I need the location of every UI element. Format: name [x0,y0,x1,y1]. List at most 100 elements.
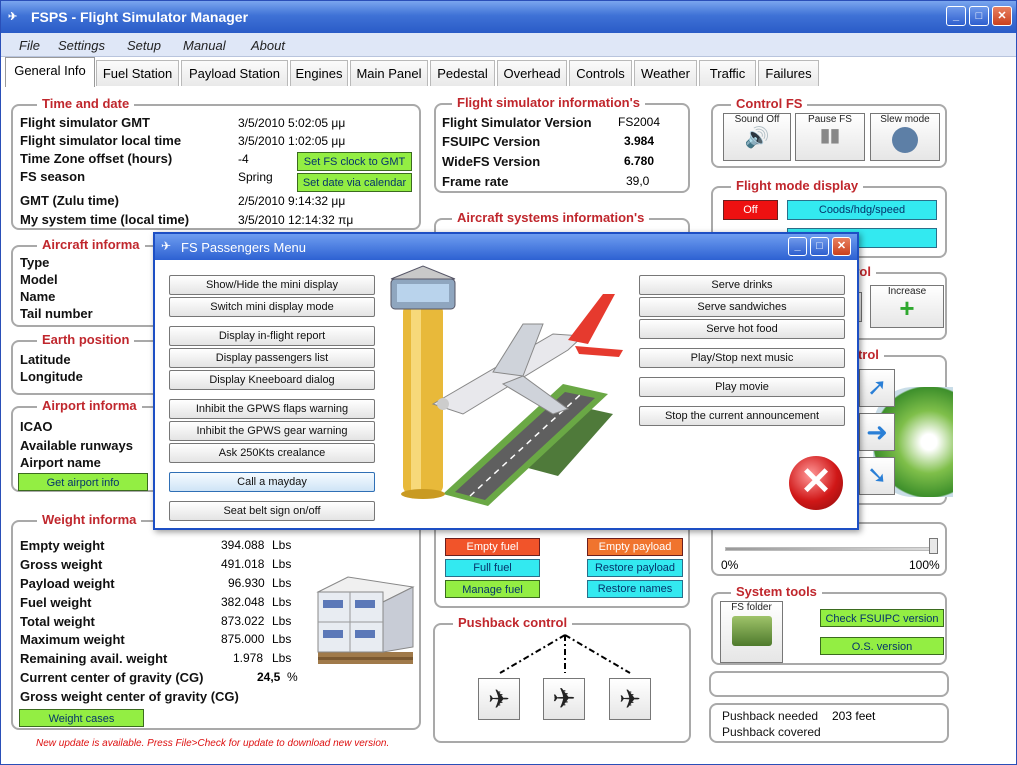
check-fsuipc-button[interactable]: Check FSUIPC version [820,609,944,627]
row-label: Gross weight [20,557,103,572]
row-label: FSUIPC Version [442,134,541,149]
tab-pedestal[interactable]: Pedestal [430,60,495,86]
full-fuel-button[interactable]: Full fuel [445,559,540,577]
dialog-title: FS Passengers Menu [181,240,307,255]
tab-main-panel[interactable]: Main Panel [350,60,428,86]
coords-hdg-speed-button[interactable]: Coods/hdg/speed [787,200,937,220]
empty-fuel-button[interactable]: Empty fuel [445,538,540,556]
slew-mode-label: Slew mode [880,114,930,125]
tab-failures[interactable]: Failures [758,60,819,86]
inhibit-gpws-gear-button[interactable]: Inhibit the GPWS gear warning [169,421,375,441]
stop-announcement-button[interactable]: Stop the current announcement [639,406,845,426]
menu-about[interactable]: About [251,38,285,53]
slew-icon [892,127,918,153]
menu-file[interactable]: File [19,38,40,53]
arrow-down-right-icon[interactable]: ➘ [859,457,895,495]
row-label: Remaining avail. weight [20,651,168,666]
pushback-left-button[interactable]: ✈ [478,678,520,720]
seat-belt-sign-button[interactable]: Seat belt sign on/off [169,501,375,521]
menu-bar: File Settings Setup Manual About [1,33,1016,57]
row-label: ICAO [20,419,53,434]
switch-mini-display-mode-button[interactable]: Switch mini display mode [169,297,375,317]
manage-fuel-button[interactable]: Manage fuel [445,580,540,598]
increase-button[interactable]: Increase + [870,285,944,328]
row-label: Name [20,289,56,304]
maximize-button[interactable]: □ [969,6,989,26]
set-date-calendar-button[interactable]: Set date via calendar [297,173,412,192]
flight-mode-off-button[interactable]: Off [723,200,778,220]
row-value: 96.930 [228,576,265,590]
weight-cases-button[interactable]: Weight cases [19,709,144,727]
title-bar: ✈ FSPS - Flight Simulator Manager _ □ ✕ [1,1,1016,33]
weight-info-panel: Weight informa Empty weight 394.088 Lbs … [11,512,421,730]
ask-250kts-button[interactable]: Ask 250Kts crealance [169,443,375,463]
empty-payload-button[interactable]: Empty payload [587,538,683,556]
tab-traffic[interactable]: Traffic [699,60,756,86]
tab-engines[interactable]: Engines [290,60,348,86]
slew-mode-button[interactable]: Slew mode [870,113,940,161]
arrow-right-icon[interactable]: ➜ [859,413,895,451]
sound-off-label: Sound Off [734,114,780,125]
pause-fs-button[interactable]: Pause FS ▮▮ [795,113,865,161]
display-inflight-report-button[interactable]: Display in-flight report [169,326,375,346]
row-label: Tail number [20,306,93,321]
pushback-right-button[interactable]: ✈ [609,678,651,720]
tab-fuel-station[interactable]: Fuel Station [96,60,179,86]
pushback-needed-value: 203 feet [832,709,876,723]
weight-info-title: Weight informa [37,512,142,527]
tab-controls[interactable]: Controls [569,60,632,86]
airport-illustration [390,265,623,506]
get-airport-info-button[interactable]: Get airport info [18,473,148,491]
display-kneeboard-button[interactable]: Display Kneeboard dialog [169,370,375,390]
row-value: 39,0 [626,174,650,188]
row-value: Spring [238,170,273,184]
pause-icon: ▮▮ [820,125,840,145]
row-value: 6.780 [624,154,655,168]
dialog-maximize-button[interactable]: □ [810,237,829,256]
row-label: Maximum weight [20,632,125,647]
pushback-straight-button[interactable]: ✈ [543,678,585,720]
restore-names-button[interactable]: Restore names [587,580,683,598]
sound-off-button[interactable]: Sound Off 🔊 [723,113,791,161]
row-label: Type [20,255,50,270]
slider-thumb[interactable] [929,538,938,554]
serve-hot-food-button[interactable]: Serve hot food [639,319,845,339]
fs-folder-button[interactable]: FS folder [720,601,783,663]
show-hide-mini-display-button[interactable]: Show/Hide the mini display [169,275,375,295]
control-fs-panel: Control FS Sound Off 🔊 Pause FS ▮▮ Slew … [711,96,947,168]
close-button[interactable]: ✕ [992,6,1012,26]
slider-track[interactable] [725,547,937,551]
minimize-button[interactable]: _ [946,6,966,26]
row-label: Flight simulator GMT [20,115,150,130]
call-mayday-button[interactable]: Call a mayday [169,472,375,492]
play-movie-button[interactable]: Play movie [639,377,845,397]
menu-settings[interactable]: Settings [58,38,105,53]
row-label: GMT (Zulu time) [20,193,119,208]
close-x-icon[interactable]: ✕ [789,456,843,510]
cargo-pallet-icon [316,576,415,664]
row-label: WideFS Version [442,154,541,169]
update-notice[interactable]: New update is available. Press File>Chec… [36,738,389,749]
tab-weather[interactable]: Weather [634,60,697,86]
tab-overhead[interactable]: Overhead [497,60,567,86]
fs-info-title: Flight simulator information's [452,95,645,110]
folder-icon [731,616,772,646]
restore-payload-button[interactable]: Restore payload [587,559,683,577]
display-passengers-list-button[interactable]: Display passengers list [169,348,375,368]
serve-drinks-button[interactable]: Serve drinks [639,275,845,295]
play-stop-music-button[interactable]: Play/Stop next music [639,348,845,368]
dialog-minimize-button[interactable]: _ [788,237,807,256]
row-value: 491.018 [221,557,265,571]
serve-sandwiches-button[interactable]: Serve sandwiches [639,297,845,317]
dialog-close-button[interactable]: ✕ [832,237,851,256]
tab-general-info[interactable]: General Info [5,57,95,87]
row-label: Fuel weight [20,595,92,610]
set-fs-clock-button[interactable]: Set FS clock to GMT [297,152,412,171]
tab-payload-station[interactable]: Payload Station [181,60,288,86]
menu-manual[interactable]: Manual [183,38,226,53]
row-value: 382.048 [221,595,265,609]
menu-setup[interactable]: Setup [127,38,161,53]
inhibit-gpws-flaps-button[interactable]: Inhibit the GPWS flaps warning [169,399,375,419]
os-version-button[interactable]: O.S. version [820,637,944,655]
arrow-up-right-icon[interactable]: ➚ [859,369,895,407]
